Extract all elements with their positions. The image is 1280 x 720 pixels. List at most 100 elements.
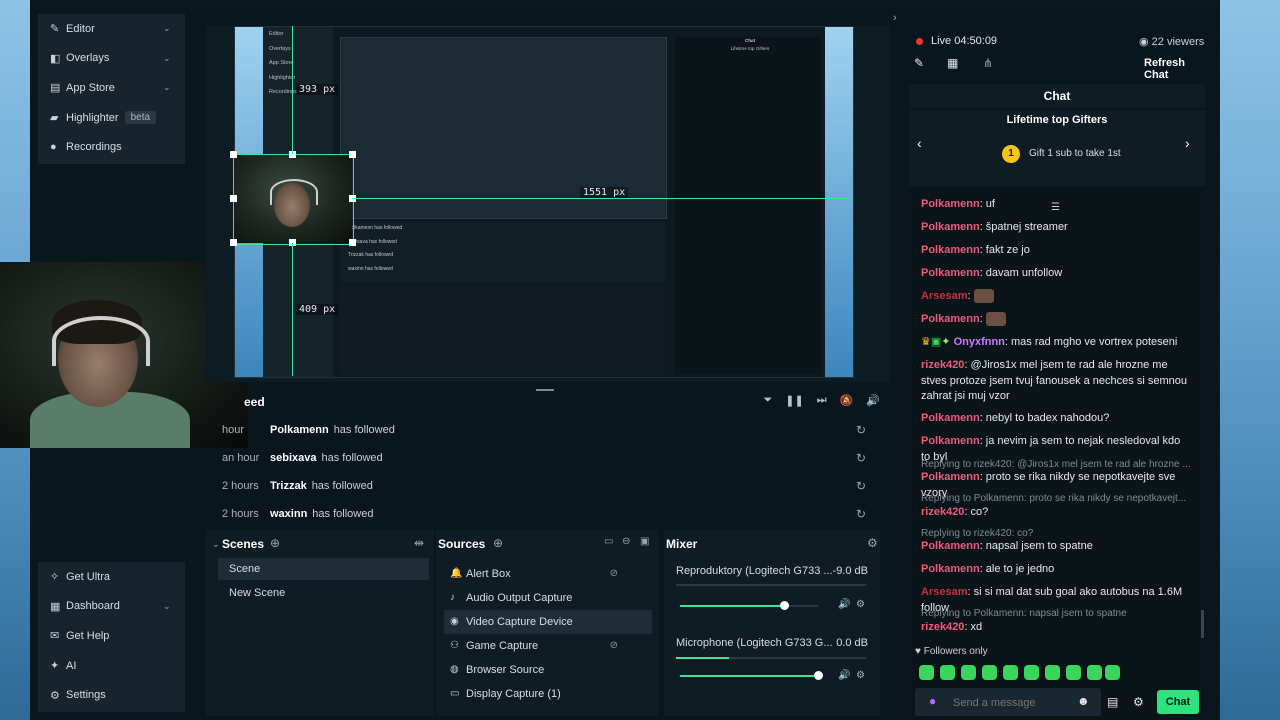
- chat-username[interactable]: Polkamenn: [921, 198, 980, 210]
- chat-message: Polkamenn: davam unfollow: [921, 266, 1191, 282]
- share-icon[interactable]: ⋔: [983, 56, 993, 70]
- volume-slider[interactable]: [680, 601, 818, 610]
- source-properties-icon[interactable]: ▣: [640, 536, 649, 547]
- edit-stream-icon[interactable]: ✎: [914, 56, 924, 70]
- chat-input-box[interactable]: ● ☻: [915, 688, 1101, 716]
- nav-overlays[interactable]: ◧ Overlays ⌄: [38, 44, 185, 74]
- chat-username[interactable]: Onyxfnnn: [954, 336, 1005, 348]
- chat-username[interactable]: Arsesam: [921, 290, 967, 302]
- repeat-alert-icon[interactable]: ↻: [856, 423, 866, 437]
- folder-icon[interactable]: ▭: [604, 536, 613, 547]
- refresh-chat-button[interactable]: Refresh Chat: [1144, 57, 1210, 81]
- gear-icon[interactable]: ⚙: [856, 670, 865, 681]
- volume-icon[interactable]: 🔊: [866, 394, 880, 407]
- chat-username[interactable]: Polkamenn: [921, 412, 980, 424]
- resize-handle[interactable]: [230, 239, 237, 246]
- chat-scrollbar[interactable]: [1201, 610, 1204, 638]
- add-source-icon[interactable]: ⊕: [493, 536, 503, 550]
- source-item[interactable]: ⚇ Game Capture ⊘: [444, 634, 652, 658]
- chat-username[interactable]: rizek420: [921, 359, 964, 371]
- resize-handle[interactable]: [230, 195, 237, 202]
- emote-button[interactable]: [1087, 665, 1102, 680]
- volume-slider[interactable]: [680, 671, 823, 680]
- repeat-alert-icon[interactable]: ↻: [856, 479, 866, 493]
- source-item[interactable]: ▭ Display Capture (1): [444, 682, 652, 706]
- speaker-icon[interactable]: 🔊: [838, 670, 850, 681]
- chat-username[interactable]: Polkamenn: [921, 267, 980, 279]
- emote-button[interactable]: [1105, 665, 1120, 680]
- nav-highlighter[interactable]: ▰ Highlighter beta: [38, 103, 185, 133]
- emote-button[interactable]: [1003, 665, 1018, 680]
- selection-box[interactable]: [233, 154, 354, 245]
- store-icon[interactable]: ▦: [947, 56, 958, 70]
- repeat-alert-icon[interactable]: ↻: [856, 507, 866, 521]
- speaker-icon[interactable]: 🔊: [838, 599, 850, 610]
- add-scene-icon[interactable]: ⊕: [270, 536, 280, 550]
- eye-off-icon[interactable]: ⊘: [610, 640, 618, 651]
- emote-button[interactable]: [961, 665, 976, 680]
- pause-icon[interactable]: ❚❚: [785, 394, 803, 407]
- microphone-icon[interactable]: ●: [929, 694, 936, 708]
- source-item[interactable]: ◍ Browser Source: [444, 658, 652, 682]
- store-icon[interactable]: ▤: [1107, 695, 1118, 709]
- chat-message: rizek420: xd: [921, 620, 1191, 636]
- source-item[interactable]: ◉ Video Capture Device: [444, 610, 652, 634]
- emote-button[interactable]: [1066, 665, 1081, 680]
- chat-username[interactable]: Polkamenn: [921, 244, 980, 256]
- volume-knob[interactable]: [814, 671, 823, 680]
- nested-feed-user: waxinn: [348, 265, 364, 272]
- collapse-chat-icon[interactable]: ›: [893, 12, 897, 24]
- nav-get-help[interactable]: ✉ Get Help: [38, 621, 185, 651]
- nav-label: App Store: [66, 81, 115, 94]
- scenes-title: Scenes: [222, 537, 265, 551]
- chat-username[interactable]: Arsesam: [921, 586, 967, 598]
- chat-username[interactable]: Polkamenn: [921, 471, 980, 483]
- collapse-icon[interactable]: ⌄: [212, 539, 220, 550]
- resize-handle[interactable]: [230, 151, 237, 158]
- mute-alerts-icon[interactable]: 🔕: [840, 394, 854, 407]
- emote-button[interactable]: [919, 665, 934, 680]
- emote-button[interactable]: [1045, 665, 1060, 680]
- eye-icon: ◉: [1139, 36, 1149, 48]
- gear-icon[interactable]: ⚙: [867, 536, 878, 550]
- emote-button[interactable]: [982, 665, 997, 680]
- emote-button[interactable]: [1024, 665, 1039, 680]
- eye-off-icon[interactable]: ⊘: [610, 568, 618, 579]
- filter-icon[interactable]: ⏷: [763, 394, 772, 407]
- chat-username[interactable]: Polkamenn: [921, 540, 980, 552]
- repeat-alert-icon[interactable]: ↻: [856, 451, 866, 465]
- chat-username[interactable]: rizek420: [921, 621, 964, 633]
- chat-username[interactable]: Polkamenn: [921, 563, 980, 575]
- nav-app-store[interactable]: ▤ App Store ⌄: [38, 73, 185, 103]
- chat-message: ♛▣✦ Onyxfnnn: mas rad mgho ve vortrex po…: [921, 335, 1191, 351]
- nav-ai[interactable]: ✦ AI: [38, 651, 185, 681]
- nav-dashboard[interactable]: ▦ Dashboard ⌄: [38, 592, 185, 622]
- nav-settings[interactable]: ⚙ Settings: [38, 680, 185, 710]
- chevron-right-icon[interactable]: ›: [1185, 135, 1190, 151]
- chat-username[interactable]: Polkamenn: [921, 221, 980, 233]
- chat-username[interactable]: Polkamenn: [921, 435, 980, 447]
- emote-button[interactable]: [940, 665, 955, 680]
- scene-item[interactable]: New Scene: [218, 582, 429, 604]
- resize-handle[interactable]: [349, 151, 356, 158]
- source-item[interactable]: ♪ Audio Output Capture: [444, 586, 652, 610]
- transition-icon[interactable]: ⇹: [414, 536, 424, 550]
- nav-get-ultra[interactable]: ✧ Get Ultra: [38, 562, 185, 592]
- nav-recordings[interactable]: ● Recordings: [38, 132, 185, 162]
- chevron-left-icon[interactable]: ‹: [917, 135, 922, 151]
- chat-username[interactable]: rizek420: [921, 506, 964, 518]
- chat-message-input[interactable]: [951, 692, 1075, 714]
- resize-handle[interactable]: [349, 239, 356, 246]
- source-item[interactable]: 🔔 Alert Box ⊘: [444, 562, 652, 586]
- nav-editor[interactable]: ✎ Editor ⌄: [38, 14, 185, 44]
- reply-text: Replying to Polkamenn: proto se rika nik…: [921, 493, 1187, 504]
- remove-source-icon[interactable]: ⊖: [622, 536, 630, 547]
- volume-knob[interactable]: [779, 601, 789, 610]
- skip-icon[interactable]: ⏭: [817, 394, 827, 407]
- send-chat-button[interactable]: Chat: [1157, 690, 1199, 714]
- chat-username[interactable]: Polkamenn: [921, 313, 980, 325]
- gear-icon[interactable]: ⚙: [856, 599, 865, 610]
- scene-item[interactable]: Scene: [218, 558, 429, 580]
- gear-icon[interactable]: ⚙: [1133, 695, 1144, 709]
- emoji-icon[interactable]: ☻: [1077, 694, 1090, 708]
